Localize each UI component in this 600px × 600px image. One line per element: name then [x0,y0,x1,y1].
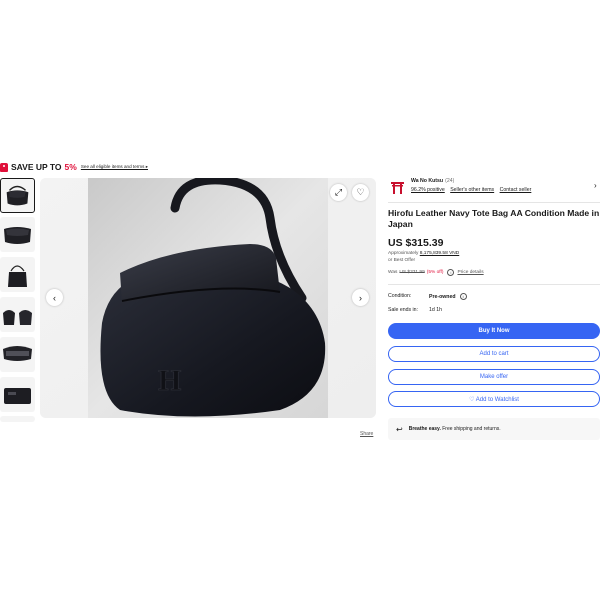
add-to-cart-button[interactable]: Add to cart [388,346,600,362]
divider [388,202,600,203]
promo-banner: SAVE UP TO 5% See all eligible items and… [0,160,148,174]
close-icon[interactable]: › [594,181,597,190]
seller-positive-link[interactable]: 96.2% positive [411,187,445,193]
condition-value: Pre-owned i [429,293,467,300]
promo-save-text: SAVE UP TO [11,162,62,172]
thumbnail-3[interactable] [0,257,35,292]
was-label: Was [388,270,398,275]
seller-other-items-link[interactable]: Seller's other items [450,187,494,193]
best-offer-text: or Best Offer [388,258,416,263]
product-photo: H [40,178,376,418]
contact-seller-link[interactable]: Contact seller [500,187,532,193]
return-arrow-icon: ↩ [396,424,403,434]
seller-feedback-count: (24) [445,178,455,184]
promo-terms-link[interactable]: See all eligible items and terms ▸ [81,164,148,170]
listing-title: Hirofu Leather Navy Tote Bag AA Conditio… [388,208,600,229]
condition-label: Condition: [388,293,412,299]
buy-it-now-button[interactable]: Buy It Now [388,323,600,339]
condition-info-icon[interactable]: i [459,293,467,300]
sale-ends-value: 1d 1h [429,307,442,313]
divider [388,284,600,285]
discount-text: (5% off) [426,270,444,275]
thumbnail-7[interactable] [0,416,35,422]
approx-value: 8,175,839.58 VND [419,251,460,256]
info-icon[interactable]: i [447,269,455,276]
share-link[interactable]: Share [360,431,373,437]
main-product-image[interactable]: H ⤢ ♡ ‹ › [40,178,376,418]
returns-bold: Breathe easy. [408,426,441,432]
sale-ends-label: Sale ends in: [388,307,418,313]
thumbnail-2[interactable] [0,217,35,252]
thumbnail-4[interactable] [0,297,35,332]
approx-price: Approximately 8,175,839.58 VND [388,251,459,256]
seller-links: 96.2% positive Seller's other items Cont… [411,187,535,193]
seller-logo[interactable] [388,178,407,197]
approx-label: Approximately [388,251,419,256]
add-to-watchlist-button[interactable]: ♡ Add to Watchlist [388,391,600,407]
condition-text: Pre-owned [429,293,456,300]
next-image-button[interactable]: › [352,289,369,306]
promo-percent: 5% [64,162,77,172]
listing-price: US $315.39 [388,237,444,249]
price-tag-icon [0,162,8,172]
price-details-link[interactable]: Price details [457,270,483,275]
was-price-line: Was US $331.99 (5% off) i Price details [388,269,484,276]
was-price: US $331.99 [399,270,425,275]
returns-text: Free shipping and returns. [442,426,501,432]
svg-text:H: H [158,364,181,397]
thumbnail-1[interactable] [0,178,35,213]
returns-banner: ↩ Breathe easy. Free shipping and return… [388,418,600,440]
thumbnail-6[interactable] [0,377,35,412]
expand-icon[interactable]: ⤢ [330,184,347,201]
seller-name[interactable]: Wa No Kutsu (24) [411,178,454,184]
make-offer-button[interactable]: Make offer [388,369,600,385]
prev-image-button[interactable]: ‹ [46,289,63,306]
seller-name-text[interactable]: Wa No Kutsu [411,178,443,184]
heart-icon[interactable]: ♡ [352,184,369,201]
thumbnail-5[interactable] [0,337,35,372]
